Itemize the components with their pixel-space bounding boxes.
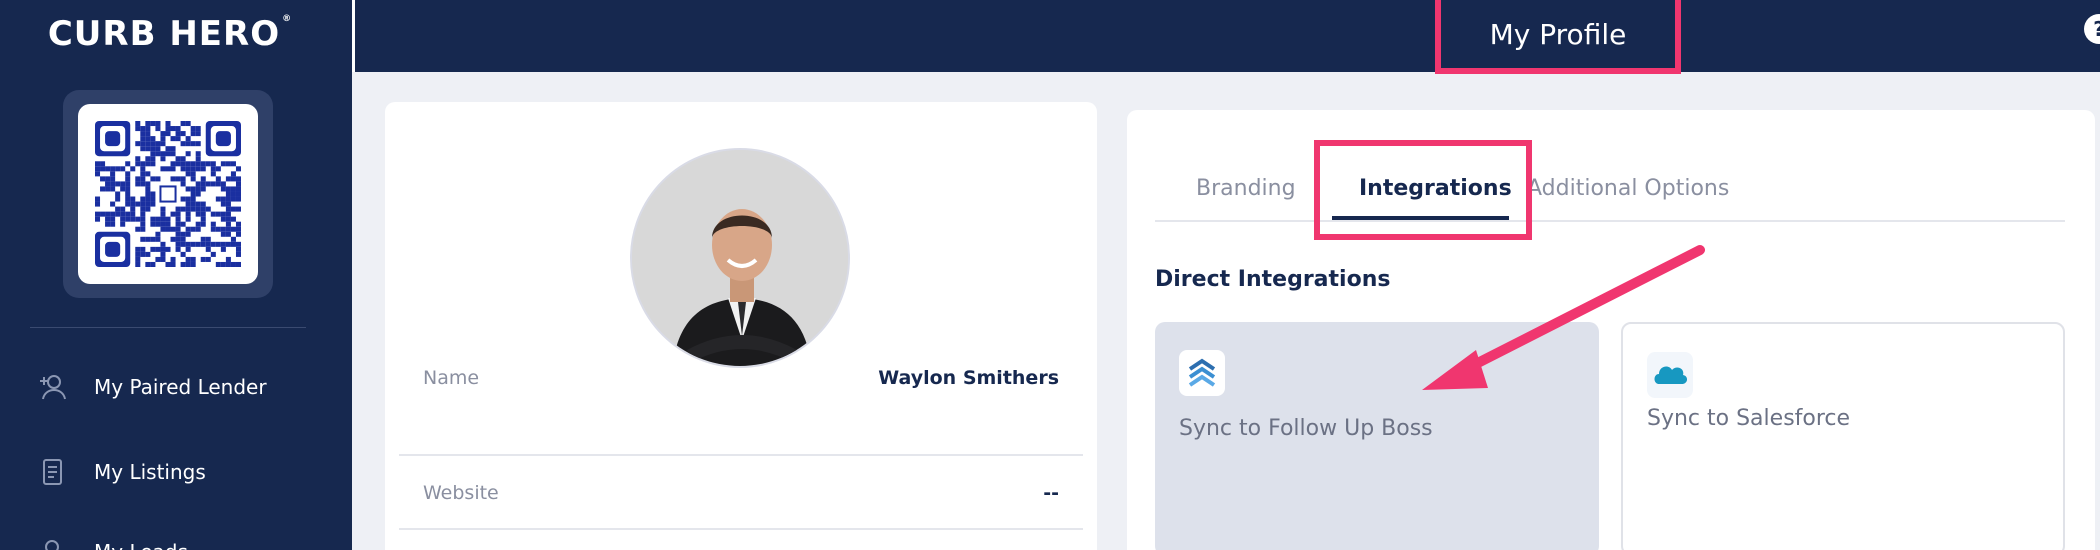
qr-code-icon — [95, 121, 241, 267]
field-value: -- — [1043, 482, 1059, 504]
qr-code[interactable] — [78, 104, 258, 284]
field-label: Website — [423, 482, 499, 504]
profile-photo — [632, 150, 848, 366]
app-logo[interactable]: CURB HERO ® — [0, 14, 340, 54]
sidebar: CURB HERO ® My Paired Lender My Listings … — [0, 0, 352, 550]
page-title: My Profile — [1489, 17, 1627, 51]
page-title-highlight: My Profile — [1435, 0, 1681, 74]
document-icon — [36, 456, 68, 488]
help-icon[interactable]: ? — [2084, 14, 2100, 44]
tabs-divider — [1155, 220, 2065, 222]
sidebar-item-label: My Paired Lender — [94, 375, 267, 399]
field-label: Name — [423, 367, 480, 389]
add-user-icon — [36, 371, 68, 403]
field-divider — [399, 454, 1083, 456]
sidebar-item-label: My Listings — [94, 460, 206, 484]
tab-highlight-box — [1314, 140, 1532, 240]
sidebar-divider — [30, 327, 306, 328]
profile-card: Name Waylon Smithers Website -- — [385, 102, 1097, 550]
top-bar: My Profile ? — [352, 0, 2100, 74]
integration-label: Sync to Salesforce — [1647, 406, 1851, 431]
field-value: Waylon Smithers — [878, 367, 1059, 389]
avatar[interactable] — [630, 148, 850, 368]
tab-branding[interactable]: Branding — [1196, 176, 1296, 201]
integration-label: Sync to Follow Up Boss — [1179, 416, 1433, 441]
sidebar-item-label: My Leads — [94, 540, 188, 550]
sidebar-item-my-listings[interactable]: My Listings — [36, 452, 206, 492]
tab-additional-options[interactable]: Additional Options — [1527, 176, 1729, 201]
field-row-website: Website -- — [399, 457, 1083, 529]
follow-up-boss-icon — [1179, 350, 1225, 396]
field-divider — [399, 528, 1083, 530]
section-title: Direct Integrations — [1155, 267, 1391, 292]
leads-icon — [36, 536, 68, 550]
sidebar-item-my-paired-lender[interactable]: My Paired Lender — [36, 367, 267, 407]
annotation-arrow — [1422, 245, 1705, 390]
field-row-name: Name Waylon Smithers — [399, 342, 1083, 414]
sidebar-item-my-leads[interactable]: My Leads — [36, 532, 188, 550]
qr-code-frame — [63, 90, 273, 298]
